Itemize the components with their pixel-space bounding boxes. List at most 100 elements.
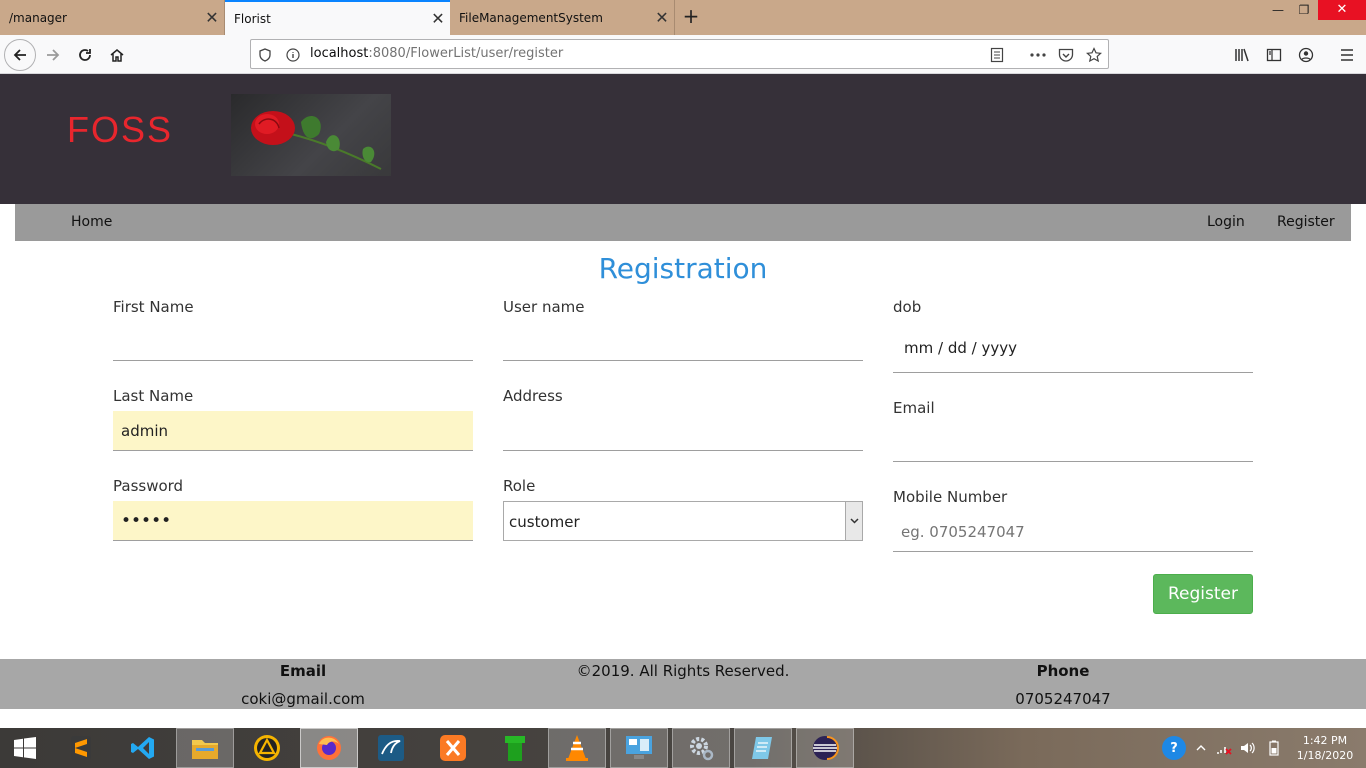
dob-input[interactable]: mm / dd / yyyy [893,330,1253,373]
last-name-input[interactable] [113,411,473,451]
tab-label: /manager [9,10,67,25]
url-host: localhost [310,46,369,61]
first-name-input[interactable] [113,321,473,361]
account-icon [1298,47,1314,63]
sidebar-button[interactable] [1258,39,1290,71]
back-arrow-icon [13,49,26,61]
bookmark-star-icon[interactable] [1085,46,1103,64]
mysql-workbench-icon [378,735,404,761]
control-panel-icon [626,736,652,759]
register-submit-button[interactable]: Register [1153,574,1253,614]
menu-login-link[interactable]: Login [1207,214,1245,230]
mobile-number-input[interactable] [893,512,1253,552]
footer-copyright: ©2019. All Rights Reserved. [576,662,790,680]
taskbar-pipe-app[interactable] [486,728,544,768]
menu-register-link[interactable]: Register [1277,214,1335,230]
footer-email-heading: Email [279,662,327,680]
taskbar-firefox[interactable] [300,728,358,768]
show-hidden-icons-chevron-icon[interactable] [1191,738,1211,758]
chevron-down-icon[interactable] [845,502,862,540]
site-menu-bar: Home Login Register [15,204,1351,241]
pocket-icon[interactable] [1057,46,1075,64]
tab-manager[interactable]: /manager ✕ [0,0,225,35]
clock-time: 1:42 PM [1302,734,1348,747]
taskbar-notes-app[interactable] [734,728,792,768]
mobile-number-label: Mobile Number [893,488,1008,506]
vlc-cone-icon [566,735,588,761]
username-input[interactable] [503,321,863,361]
site-logo[interactable]: FOSS [67,109,173,151]
gear-icon [690,737,714,761]
library-button[interactable] [1226,39,1258,71]
home-button[interactable] [101,39,133,71]
sublime-text-icon [71,736,91,760]
reload-icon [79,49,91,61]
shield-icon[interactable] [256,46,274,64]
browser-tab-strip: /manager ✕ Florist ✕ FileManagementSyste… [0,0,1366,35]
footer-phone-value: 0705247047 [1015,690,1111,708]
tab-close-icon[interactable]: ✕ [426,9,450,28]
taskbar-vlc[interactable] [548,728,606,768]
site-info-icon[interactable] [284,46,302,64]
back-button[interactable] [4,39,36,71]
window-close-button[interactable]: ✕ [1318,0,1366,20]
taskbar-vscode[interactable] [114,728,172,768]
new-tab-button[interactable]: + [679,4,703,28]
menu-home-link[interactable]: Home [71,214,112,230]
home-icon [110,49,124,62]
email-label: Email [893,399,935,417]
hamburger-menu-icon [1341,49,1353,61]
taskbar-sublime-text[interactable] [52,728,110,768]
start-button[interactable] [0,728,50,768]
tab-filemanagementsystem[interactable]: FileManagementSystem ✕ [450,0,675,35]
taskbar-xampp[interactable] [424,728,482,768]
taskbar-file-explorer[interactable] [176,728,234,768]
role-select[interactable]: customer [503,501,863,541]
username-label: User name [503,298,585,316]
volume-icon[interactable] [1238,738,1258,758]
taskbar-eclipse[interactable] [796,728,854,768]
role-selected-value: customer [509,513,580,531]
account-button[interactable] [1290,39,1322,71]
minimize-button[interactable]: — [1264,0,1292,22]
menu-button[interactable] [1331,39,1363,71]
tab-label: FileManagementSystem [459,10,603,25]
footer-email-value: coki@gmail.com [241,690,365,708]
more-actions-icon[interactable] [1029,46,1047,64]
clock-date: 1/18/2020 [1296,749,1354,762]
url-bar[interactable]: localhost:8080/FlowerList/user/register [250,39,1109,69]
address-input[interactable] [503,411,863,451]
network-disconnected-icon[interactable] [1214,738,1234,758]
address-label: Address [503,387,563,405]
folder-icon [192,740,218,759]
tab-florist[interactable]: Florist ✕ [225,0,450,35]
forward-button[interactable] [37,39,69,71]
url-path: :8080/FlowerList/user/register [368,46,564,61]
battery-icon[interactable] [1264,738,1284,758]
taskbar-clock[interactable]: 1:42 PM 1/18/2020 [1290,733,1360,763]
role-label: Role [503,477,536,495]
reload-button[interactable] [69,39,101,71]
rose-image [231,94,391,176]
xampp-icon [440,735,466,761]
aimp-icon [254,735,280,761]
taskbar-aimp[interactable] [238,728,296,768]
email-input[interactable] [893,422,1253,462]
last-name-label: Last Name [113,387,194,405]
library-icon [1235,48,1249,62]
firefox-icon [317,736,341,760]
first-name-label: First Name [113,298,194,316]
taskbar-settings[interactable] [672,728,730,768]
taskbar-mysql-workbench[interactable] [362,728,420,768]
eclipse-icon [813,736,839,760]
taskbar-control-panel[interactable] [610,728,668,768]
help-icon[interactable]: ? [1162,736,1186,760]
password-input[interactable]: ••••• [113,501,473,541]
reader-view-icon[interactable] [988,46,1006,64]
url-text[interactable]: localhost:8080/FlowerList/user/register [310,46,563,61]
windows-taskbar: ? 1:42 PM 1/18/2020 [0,728,1366,768]
tab-close-icon[interactable]: ✕ [200,8,224,27]
restore-button[interactable]: ❐ [1290,0,1318,22]
password-label: Password [113,477,184,495]
tab-close-icon[interactable]: ✕ [650,8,674,27]
